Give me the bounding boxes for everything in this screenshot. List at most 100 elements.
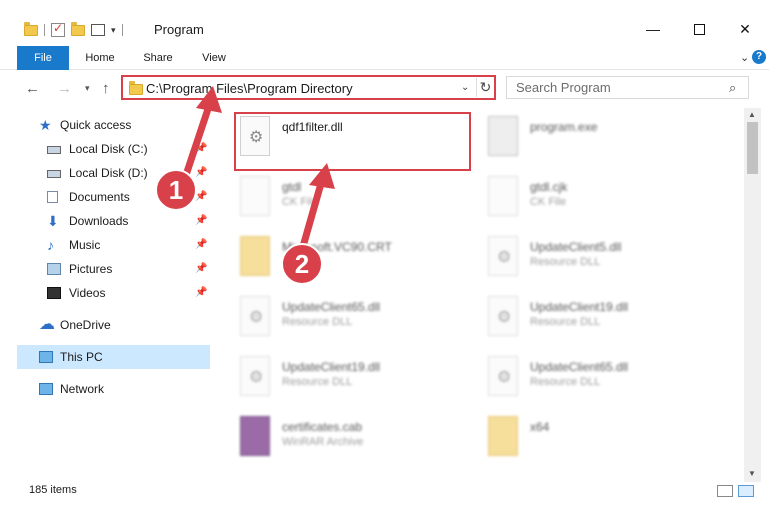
file-item[interactable]: Microsoft.VC90.CRT <box>234 232 474 288</box>
drive-icon <box>47 146 61 154</box>
ribbon: File Home Share View ⌄ ? <box>0 46 769 70</box>
pin-icon[interactable]: 📌 <box>195 209 207 233</box>
sidebar-item-downloads[interactable]: ⬇ Downloads 📌 <box>17 209 210 233</box>
search-input[interactable]: Search Program ⌕ <box>506 76 749 99</box>
file-type: Resource DLL <box>530 256 601 268</box>
sidebar-item-label: Music <box>69 238 101 252</box>
star-icon: ★ <box>39 117 52 133</box>
dll-file-icon <box>240 356 270 396</box>
large-icons-view-icon[interactable] <box>738 485 754 497</box>
item-count: 185 items <box>29 484 77 496</box>
back-arrow-icon[interactable]: ← <box>25 80 40 97</box>
expand-ribbon-icon[interactable]: ⌄ <box>740 51 749 64</box>
sidebar-item-network[interactable]: Network <box>17 377 210 401</box>
up-arrow-icon[interactable]: ↑ <box>102 80 110 97</box>
sidebar-item-label: Local Disk (D:) <box>69 166 148 180</box>
dll-file-icon <box>488 296 518 336</box>
file-type: Resource DLL <box>282 316 353 328</box>
tab-share[interactable]: Share <box>136 46 180 70</box>
sidebar-item-music[interactable]: ♪ Music 📌 <box>17 233 210 257</box>
exe-file-icon <box>488 116 518 156</box>
minimize-button[interactable]: — <box>630 14 676 44</box>
file-item[interactable]: UpdateClient65.dll Resource DLL <box>234 292 474 348</box>
customize-icon[interactable] <box>91 24 105 36</box>
pictures-icon <box>47 263 61 275</box>
sidebar-item-local-disk-d[interactable]: Local Disk (D:) 📌 <box>17 161 210 185</box>
tab-view[interactable]: View <box>192 46 236 70</box>
drive-icon <box>47 170 61 178</box>
tab-file[interactable]: File <box>17 46 69 70</box>
file-name: Microsoft.VC90.CRT <box>282 240 392 254</box>
details-view-icon[interactable] <box>717 485 733 497</box>
quick-access-toolbar: ▾ <box>24 20 123 40</box>
file-name: UpdateClient5.dll <box>530 240 622 254</box>
sidebar-item-videos[interactable]: Videos 📌 <box>17 281 210 305</box>
folder-icon <box>488 416 518 456</box>
folder-icon[interactable] <box>24 21 38 36</box>
status-bar: 185 items <box>0 480 769 502</box>
file-name: UpdateClient65.dll <box>530 360 629 374</box>
maximize-icon <box>693 23 705 35</box>
file-item[interactable]: UpdateClient19.dll Resource DLL <box>234 352 474 408</box>
dll-file-icon <box>240 296 270 336</box>
file-item[interactable]: UpdateClient19.dll Resource DLL <box>482 292 722 348</box>
pin-icon[interactable]: 📌 <box>195 161 207 185</box>
sidebar-item-pictures[interactable]: Pictures 📌 <box>17 257 210 281</box>
address-bar[interactable]: C:\Program Files\Program Directory ⌄ ↻ <box>121 75 496 100</box>
pin-icon[interactable]: 📌 <box>195 257 207 281</box>
scroll-up-icon[interactable]: ▲ <box>748 110 756 119</box>
properties-check-icon[interactable] <box>51 21 65 37</box>
maximize-button[interactable] <box>676 14 722 44</box>
videos-icon <box>47 287 61 299</box>
sidebar-item-label: OneDrive <box>60 318 111 332</box>
search-icon[interactable]: ⌕ <box>729 80 736 96</box>
sidebar-item-label: Network <box>60 382 105 396</box>
cloud-icon: ☁ <box>39 316 55 333</box>
sidebar-item-local-disk-c[interactable]: Local Disk (C:) 📌 <box>17 137 210 161</box>
scroll-down-icon[interactable]: ▼ <box>748 469 756 478</box>
generic-file-icon <box>240 176 270 216</box>
address-path[interactable]: C:\Program Files\Program Directory <box>146 81 353 96</box>
file-item[interactable]: gtdl.cjk CK File <box>482 172 722 228</box>
file-item[interactable]: gtdl CK File <box>234 172 474 228</box>
sidebar-item-label: Downloads <box>69 214 129 228</box>
sidebar-item-this-pc[interactable]: This PC <box>17 345 210 369</box>
chevron-down-icon[interactable]: ⌄ <box>461 82 469 93</box>
sidebar-item-onedrive[interactable]: ☁ OneDrive <box>17 313 210 337</box>
file-type: CK File <box>282 196 319 208</box>
documents-icon <box>47 191 58 203</box>
scrollbar-thumb[interactable] <box>747 122 758 174</box>
title-bar: ▾ Program — ✕ <box>0 0 769 40</box>
vertical-scrollbar[interactable]: ▲ ▼ <box>744 108 761 482</box>
new-folder-icon[interactable] <box>71 21 85 36</box>
pin-icon[interactable]: 📌 <box>195 233 207 257</box>
sidebar-item-quick-access[interactable]: ★ Quick access <box>17 113 210 137</box>
pin-icon[interactable]: 📌 <box>195 137 207 161</box>
file-name: certificates.cab <box>282 420 363 434</box>
folder-icon <box>129 81 143 95</box>
recent-locations-icon[interactable]: ▾ <box>85 83 90 94</box>
refresh-icon[interactable]: ↻ <box>476 78 494 97</box>
file-item[interactable]: certificates.cab WinRAR Archive <box>234 412 474 465</box>
help-icon[interactable]: ? <box>752 50 766 64</box>
file-item-qdf1filter[interactable]: qdf1filter.dll <box>234 112 471 171</box>
sidebar-item-documents[interactable]: Documents 📌 <box>17 185 210 209</box>
pin-icon[interactable]: 📌 <box>195 281 207 305</box>
file-name: gtdl <box>282 180 302 194</box>
sidebar-item-label: Pictures <box>69 262 113 276</box>
forward-arrow-icon[interactable]: → <box>57 80 72 97</box>
archive-icon <box>240 416 270 456</box>
pin-icon[interactable]: 📌 <box>195 185 207 209</box>
tab-home[interactable]: Home <box>78 46 122 70</box>
file-item[interactable]: program.exe <box>482 112 722 168</box>
window-title: Program <box>154 22 204 37</box>
chevron-down-icon[interactable]: ▾ <box>111 25 116 36</box>
file-item[interactable]: x64 <box>482 412 722 465</box>
close-button[interactable]: ✕ <box>722 14 768 44</box>
file-name: gtdl.cjk <box>530 180 568 194</box>
file-item[interactable]: UpdateClient65.dll Resource DLL <box>482 352 722 408</box>
toolbar-divider <box>44 24 45 36</box>
file-name: program.exe <box>530 120 598 134</box>
downloads-icon: ⬇ <box>47 213 59 229</box>
file-item[interactable]: UpdateClient5.dll Resource DLL <box>482 232 722 288</box>
